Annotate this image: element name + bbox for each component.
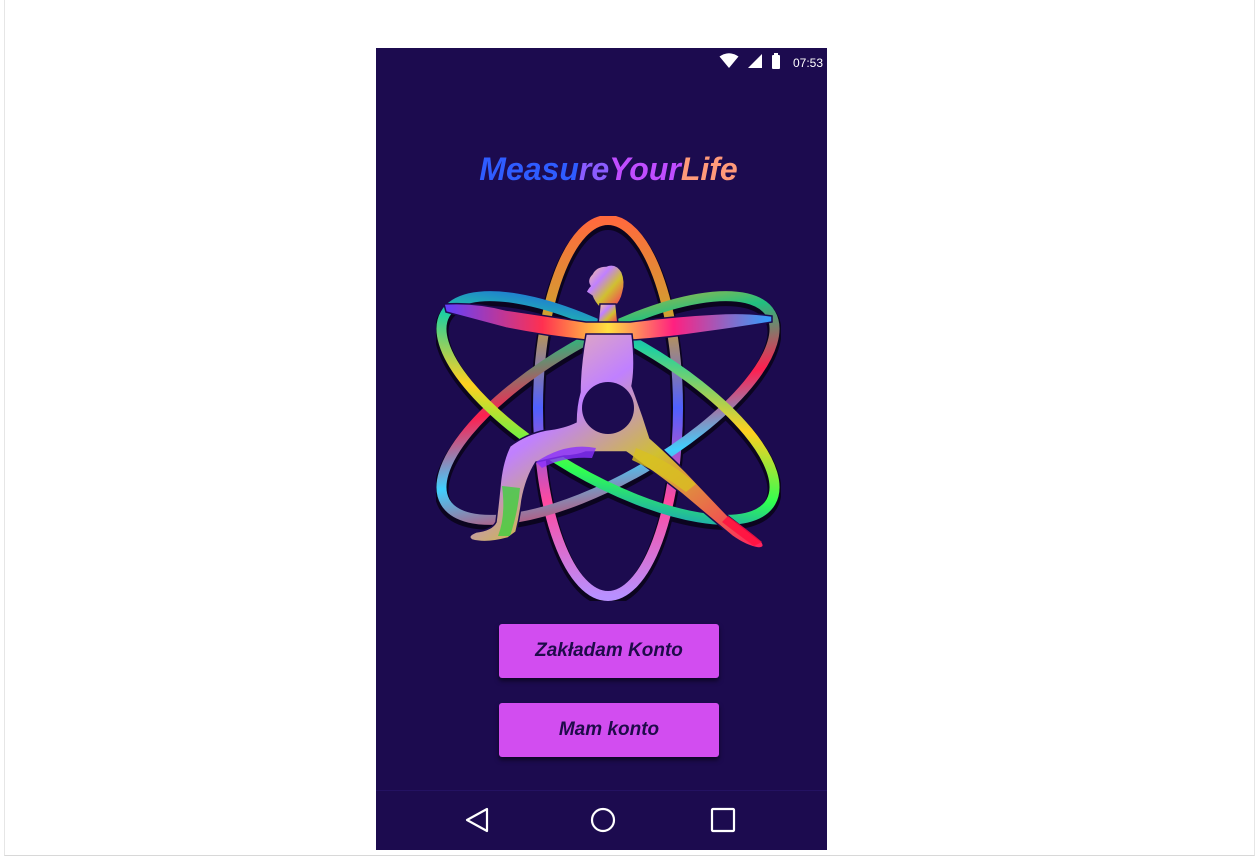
login-button[interactable]: Mam konto [499,703,719,757]
wifi-icon [719,52,739,74]
battery-icon [771,52,781,74]
yoga-atom-logo [434,215,782,606]
app-title-part-3: Your [609,151,681,187]
status-time: 07:53 [792,56,823,70]
cell-signal-icon [747,53,763,74]
app-title-part-4: Life [680,151,738,187]
nav-back-button[interactable] [457,805,497,839]
recents-square-icon [710,807,736,838]
nav-recents-button[interactable] [703,805,743,839]
back-triangle-icon [464,807,490,838]
nav-home-button[interactable] [583,805,623,839]
status-bar: 07:53 [376,48,827,78]
status-icons: 07:53 [719,52,823,74]
app-title-part-2: re [578,151,610,187]
create-account-button[interactable]: Zakładam Konto [499,624,719,678]
navigation-bar [376,790,827,850]
app-title: MeasureYourLife [376,151,827,188]
phone-screen: 07:53 MeasureYourLife Zakładam Konto Mam… [376,48,827,850]
app-title-part-1: Measu [479,151,579,187]
home-circle-icon [590,807,616,838]
